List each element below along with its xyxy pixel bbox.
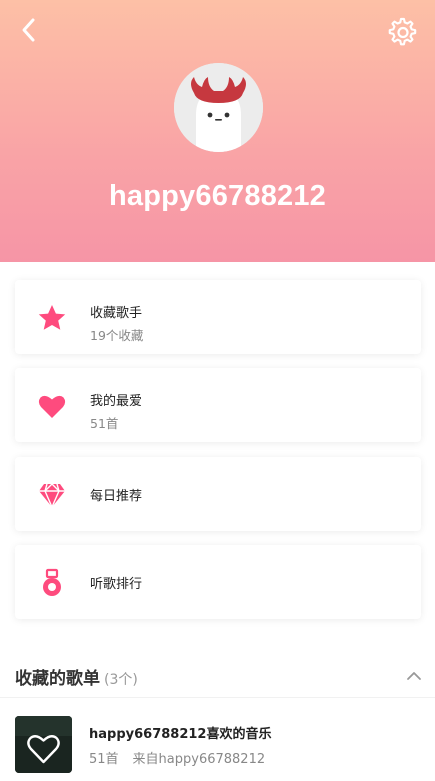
gear-icon <box>388 17 417 46</box>
favorite-artists-card[interactable]: 收藏歌手 19个收藏 <box>15 280 421 354</box>
profile-header: happy66788212 <box>0 0 435 262</box>
card-title: 听歌排行 <box>90 577 143 592</box>
chevron-up-icon <box>407 672 421 680</box>
chevron-left-icon <box>22 18 35 42</box>
diamond-icon <box>37 480 67 510</box>
playlist-item[interactable]: happy66788212喜欢的音乐 51首 来自happy66788212 <box>0 710 435 781</box>
playlist-count: 51首 <box>89 752 119 767</box>
daily-recommend-card[interactable]: 每日推荐 <box>15 457 421 531</box>
card-title: 每日推荐 <box>90 489 143 504</box>
my-favorites-card[interactable]: 我的最爱 51首 <box>15 368 421 442</box>
medal-icon <box>37 568 67 598</box>
heart-icon <box>37 391 67 421</box>
settings-button[interactable] <box>387 16 419 48</box>
card-title: 我的最爱 <box>90 394 143 409</box>
playlist-meta: 51首 来自happy66788212 <box>89 748 265 767</box>
playlist-name: happy66788212喜欢的音乐 <box>89 727 272 742</box>
section-title-text: 收藏的歌单 <box>15 669 100 689</box>
card-title: 收藏歌手 <box>90 306 143 321</box>
card-subtitle: 19个收藏 <box>90 328 144 343</box>
star-icon <box>37 303 67 333</box>
playlist-source: 来自happy66788212 <box>132 752 266 767</box>
listening-rank-card[interactable]: 听歌排行 <box>15 545 421 619</box>
playlist-cover <box>15 716 72 773</box>
section-count: (3个) <box>104 672 138 688</box>
username: happy66788212 <box>108 180 327 212</box>
divider <box>0 697 435 698</box>
card-subtitle: 51首 <box>90 416 119 431</box>
moose-mascot-icon <box>174 63 263 152</box>
heart-outline-icon <box>15 716 72 773</box>
back-button[interactable] <box>14 14 46 46</box>
collapse-button[interactable] <box>404 666 424 686</box>
avatar[interactable] <box>174 63 263 152</box>
section-title: 收藏的歌单 (3个) <box>15 664 138 689</box>
